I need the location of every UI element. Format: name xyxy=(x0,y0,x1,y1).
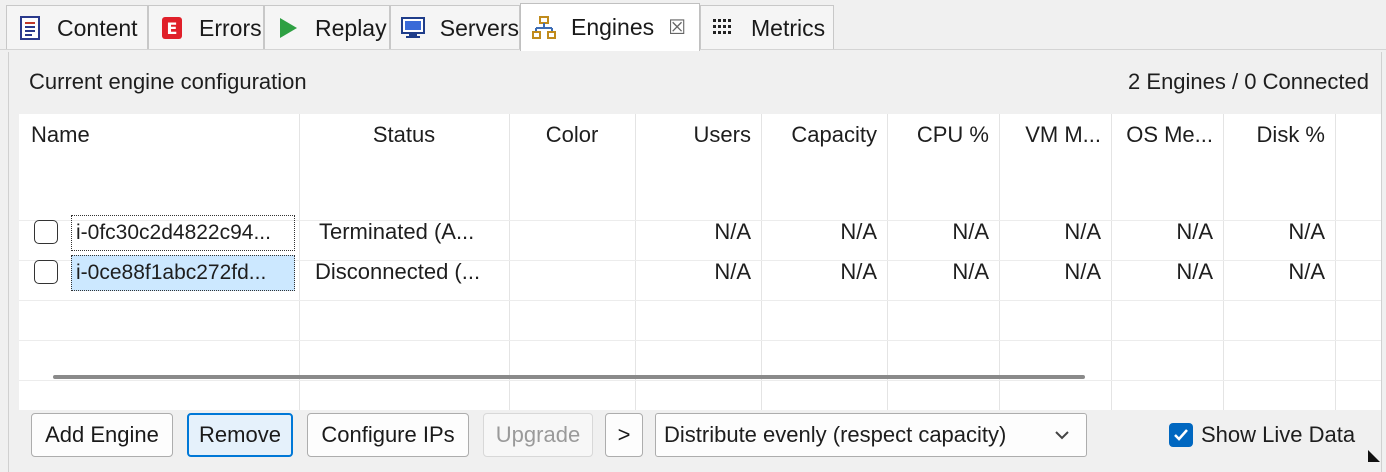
tab-label: Engines xyxy=(571,14,655,40)
engine-os-memory: N/A xyxy=(1176,259,1213,284)
engine-os-memory: N/A xyxy=(1176,219,1213,244)
engine-color xyxy=(509,212,635,252)
show-live-data-label: Show Live Data xyxy=(1201,422,1356,447)
tab-label: Replay xyxy=(315,14,387,41)
tab-label: Content xyxy=(57,14,138,41)
show-live-data-toggle[interactable]: Show Live Data xyxy=(1169,420,1355,450)
configure-ips-button[interactable]: Configure IPs xyxy=(307,413,469,457)
tab-errors[interactable]: E Errors xyxy=(148,5,264,50)
engines-panel: Current engine configuration 2 Engines /… xyxy=(8,52,1382,472)
engine-name: i-0fc30c2d4822c94... xyxy=(71,215,295,251)
checkbox-checked-icon[interactable] xyxy=(1169,423,1193,447)
more-button[interactable]: > xyxy=(605,413,643,457)
column-header-status[interactable]: Status xyxy=(299,114,509,156)
tab-metrics[interactable]: Metrics xyxy=(700,5,834,50)
column-header-os-memory[interactable]: OS Me... xyxy=(1111,114,1223,156)
tab-label: Metrics xyxy=(751,14,826,41)
tab-label: Errors xyxy=(199,14,262,41)
row-checkbox[interactable] xyxy=(34,220,58,244)
table-header: Name Status Color Users Capacity CPU % V… xyxy=(19,114,1381,156)
upgrade-button[interactable]: Upgrade xyxy=(483,413,593,457)
engines-icon xyxy=(531,15,557,41)
engine-vm-memory: N/A xyxy=(1064,219,1101,244)
engine-name: i-0ce88f1abc272fd... xyxy=(71,255,295,291)
engine-summary: 2 Engines / 0 Connected xyxy=(1128,69,1369,94)
engine-capacity: N/A xyxy=(840,219,877,244)
metrics-icon xyxy=(711,15,737,41)
engines-table: Name Status Color Users Capacity CPU % V… xyxy=(19,114,1381,410)
remove-button[interactable]: Remove xyxy=(187,413,293,457)
resize-grip-icon[interactable] xyxy=(1366,444,1382,470)
tab-servers[interactable]: Servers xyxy=(390,5,520,50)
close-icon[interactable]: ☒ xyxy=(668,15,686,40)
chevron-down-icon xyxy=(1052,425,1072,451)
column-header-name[interactable]: Name xyxy=(19,114,299,156)
column-header-users[interactable]: Users xyxy=(635,114,761,156)
tab-content[interactable]: Content xyxy=(6,5,148,50)
engine-status: Disconnected (... xyxy=(315,259,481,284)
column-header-capacity[interactable]: Capacity xyxy=(761,114,887,156)
engine-color xyxy=(509,252,635,292)
tab-bar: Content E Errors Replay Servers Engines … xyxy=(0,0,1386,51)
engine-disk: N/A xyxy=(1288,219,1325,244)
engine-status: Terminated (A... xyxy=(319,219,475,244)
distribution-value: Distribute evenly (respect capacity) xyxy=(664,422,1007,447)
column-header-disk[interactable]: Disk % xyxy=(1223,114,1335,156)
engine-disk: N/A xyxy=(1288,259,1325,284)
tab-engines[interactable]: Engines ☒ xyxy=(520,3,700,51)
tab-replay[interactable]: Replay xyxy=(264,5,390,50)
column-header-color[interactable]: Color xyxy=(509,114,635,156)
document-icon xyxy=(17,15,43,41)
horizontal-scrollbar[interactable] xyxy=(53,375,1085,379)
engine-vm-memory: N/A xyxy=(1064,259,1101,284)
distribution-select[interactable]: Distribute evenly (respect capacity) xyxy=(655,413,1087,457)
monitor-icon xyxy=(401,15,426,41)
tab-label: Servers xyxy=(439,14,519,41)
add-engine-button[interactable]: Add Engine xyxy=(31,413,173,457)
column-header-vm-memory[interactable]: VM M... xyxy=(999,114,1111,156)
engine-users: N/A xyxy=(714,259,751,284)
error-icon: E xyxy=(159,15,185,41)
config-label: Current engine configuration xyxy=(29,69,307,94)
engine-users: N/A xyxy=(714,219,751,244)
engine-cpu: N/A xyxy=(952,219,989,244)
engine-cpu: N/A xyxy=(952,259,989,284)
row-checkbox[interactable] xyxy=(34,260,58,284)
engine-capacity: N/A xyxy=(840,259,877,284)
svg-text:E: E xyxy=(167,19,178,38)
column-header-cpu[interactable]: CPU % xyxy=(887,114,999,156)
play-icon xyxy=(275,15,301,41)
